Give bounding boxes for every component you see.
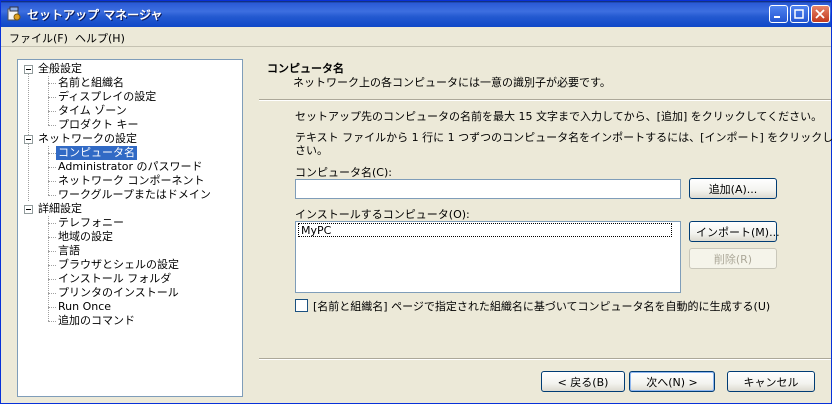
tree-line — [48, 195, 56, 196]
close-icon — [815, 9, 825, 19]
tree-line — [48, 181, 56, 182]
tree-item-workgroup-domain[interactable]: ワークグループまたはドメイン — [58, 188, 211, 202]
tree-item-regional[interactable]: 地域の設定 — [58, 230, 113, 244]
delete-button[interactable]: 削除(R) — [689, 248, 777, 269]
maximize-icon — [794, 9, 804, 19]
collapse-icon[interactable] — [24, 135, 33, 144]
tree-item-browser-shell[interactable]: ブラウザとシェルの設定 — [58, 258, 179, 272]
tree-line — [48, 125, 56, 126]
tree-line — [48, 223, 56, 224]
tree-item-computer-name[interactable]: コンピュータ名 — [56, 146, 137, 160]
collapse-icon[interactable] — [24, 205, 33, 214]
tree-group-network[interactable]: ネットワークの設定 — [38, 132, 137, 146]
setup-manager-window: セットアップ マネージャ ファイル(F) ヘルプ(H) 全般設定 名前と組織名 … — [0, 0, 832, 404]
auto-generate-checkbox[interactable] — [295, 299, 308, 312]
computer-list[interactable]: MyPC — [295, 221, 681, 293]
list-item[interactable]: MyPC — [298, 223, 672, 237]
add-button[interactable]: 追加(A)... — [689, 178, 777, 199]
computer-name-input[interactable] — [295, 179, 681, 199]
menu-help[interactable]: ヘルプ(H) — [75, 30, 125, 46]
window-title: セットアップ マネージャ — [27, 8, 163, 22]
tree-item-additional-commands[interactable]: 追加のコマンド — [58, 314, 135, 328]
tree-item-product-key[interactable]: プロダクト キー — [58, 118, 139, 132]
tree-item-telephony[interactable]: テレフォニー — [58, 216, 124, 230]
tree-line — [48, 251, 56, 252]
page-header: コンピュータ名 ネットワーク上の各コンピュータには一意の識別子が必要です。 — [259, 57, 831, 99]
tree-item-install-folder[interactable]: インストール フォルダ — [58, 272, 171, 286]
tree-line — [48, 153, 56, 154]
tree-line — [48, 293, 56, 294]
footer-divider — [259, 358, 831, 360]
collapse-icon[interactable] — [24, 65, 33, 74]
instruction-import: テキスト ファイルから 1 行に 1 つずつのコンピュータ名をインポートするには… — [295, 131, 832, 144]
close-button[interactable] — [811, 5, 830, 23]
tree-group-advanced[interactable]: 詳細設定 — [38, 202, 82, 216]
tree-item-printers[interactable]: プリンタのインストール — [58, 286, 179, 300]
instruction-import-cont: さい。 — [295, 144, 328, 157]
tree-line — [48, 307, 56, 308]
tree-line — [48, 111, 56, 112]
settings-tree[interactable]: 全般設定 名前と組織名 ディスプレイの設定 タイム ゾーン プロダクト キー ネ… — [17, 59, 243, 397]
tree-item-run-once[interactable]: Run Once — [58, 300, 111, 314]
title-bar[interactable]: セットアップ マネージャ — [1, 1, 831, 27]
app-icon — [7, 6, 21, 21]
tree-line — [48, 321, 56, 322]
next-button[interactable]: 次へ(N) > — [629, 371, 715, 392]
tree-item-name-org[interactable]: 名前と組織名 — [58, 76, 124, 90]
tree-item-network-components[interactable]: ネットワーク コンポーネント — [58, 174, 205, 188]
menu-bar: ファイル(F) ヘルプ(H) — [1, 27, 831, 47]
tree-item-admin-password[interactable]: Administrator のパスワード — [58, 160, 202, 174]
tree-line — [48, 237, 56, 238]
tree-group-general[interactable]: 全般設定 — [38, 62, 82, 76]
tree-item-language[interactable]: 言語 — [58, 244, 80, 258]
minimize-icon — [774, 16, 780, 18]
auto-generate-label[interactable]: [名前と組織名] ページで指定された組織名に基づいてコンピュータ名を自動的に生成… — [313, 298, 770, 314]
back-button[interactable]: < 戻る(B) — [541, 371, 625, 392]
tree-line — [48, 216, 49, 321]
import-button[interactable]: インポート(M)... — [689, 221, 780, 242]
menu-file[interactable]: ファイル(F) — [9, 30, 68, 46]
instruction-add: セットアップ先のコンピュータの名前を最大 15 文字まで入力してから、[追加] … — [295, 110, 823, 123]
maximize-button[interactable] — [790, 5, 809, 23]
tree-item-timezone[interactable]: タイム ゾーン — [58, 104, 127, 118]
tree-line — [48, 83, 56, 84]
cancel-button[interactable]: キャンセル — [727, 371, 815, 392]
tree-line — [48, 265, 56, 266]
computer-name-label: コンピュータ名(C): — [295, 166, 392, 179]
tree-line — [48, 97, 56, 98]
tree-item-display[interactable]: ディスプレイの設定 — [58, 90, 156, 104]
tree-line — [48, 279, 56, 280]
header-divider — [259, 99, 831, 101]
computer-list-label: インストールするコンピュータ(O): — [295, 208, 470, 221]
minimize-button[interactable] — [769, 5, 788, 23]
page-subtitle: ネットワーク上の各コンピュータには一意の識別子が必要です。 — [293, 76, 611, 89]
tree-line — [48, 167, 56, 168]
